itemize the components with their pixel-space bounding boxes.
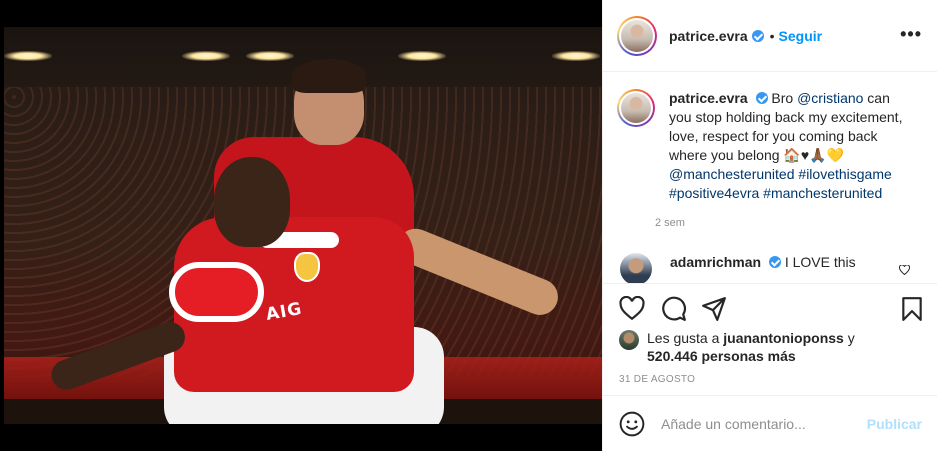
author-avatar[interactable] xyxy=(617,15,657,56)
emoji-smiley-icon[interactable] xyxy=(619,411,645,437)
hashtag-link[interactable]: #positive4evra xyxy=(669,185,759,201)
post-sidebar: patrice.evra • Seguir ••• patrice.evra B… xyxy=(602,0,937,451)
comment-item: adamrichman I LOVE this xyxy=(617,253,922,283)
like-heart-icon[interactable] xyxy=(619,296,645,322)
club-crest xyxy=(294,252,320,282)
follow-button[interactable]: Seguir xyxy=(779,28,823,44)
player-front-head xyxy=(214,157,290,247)
comment-body: I LOVE this xyxy=(784,254,856,270)
separator-dot: • xyxy=(769,27,775,44)
likes-count[interactable]: 520.446 personas más xyxy=(647,348,796,364)
save-bookmark-icon[interactable] xyxy=(899,296,925,322)
caption-username[interactable]: patrice.evra xyxy=(669,90,748,106)
comment-text: adamrichman I LOVE this xyxy=(670,253,856,271)
more-options-icon[interactable]: ••• xyxy=(900,25,922,43)
verified-badge-icon xyxy=(768,256,781,268)
commenter-avatar[interactable] xyxy=(620,253,652,283)
post-actions-bar xyxy=(603,283,937,331)
mention-link[interactable]: @cristiano xyxy=(797,90,863,106)
caption-text-part: Bro xyxy=(771,90,798,106)
player-back-hair xyxy=(292,59,366,93)
comment-like-heart-icon[interactable] xyxy=(899,265,910,275)
likes-text: Les gusta a juanantonioponss y 520.446 p… xyxy=(647,329,855,365)
publish-button[interactable]: Publicar xyxy=(867,416,922,432)
share-paper-plane-icon[interactable] xyxy=(701,296,727,322)
hashtag-link[interactable]: #manchesterunited xyxy=(763,185,882,201)
likes-prefix: Les gusta a xyxy=(647,330,724,346)
caption-avatar[interactable] xyxy=(617,89,655,127)
likes-summary: Les gusta a juanantonioponss y 520.446 p… xyxy=(619,329,919,365)
liker-avatar[interactable] xyxy=(619,330,639,350)
comment-composer: Publicar xyxy=(603,395,937,451)
instagram-post-modal: AIG patrice.evra • Seguir ••• patrice.ev… xyxy=(0,0,937,451)
commenter-username[interactable]: adamrichman xyxy=(670,254,761,270)
caption-timestamp[interactable]: 2 sem xyxy=(655,217,909,229)
liker-username[interactable]: juanantonioponss xyxy=(723,330,844,346)
caption-text: patrice.evra Bro @cristiano can you stop… xyxy=(669,89,909,203)
post-media: AIG xyxy=(0,0,602,451)
player-front-sleeve xyxy=(169,262,264,322)
verified-badge-icon xyxy=(755,92,768,104)
comment-input[interactable] xyxy=(661,415,861,432)
comments-section: patrice.evra Bro @cristiano can you stop… xyxy=(603,73,937,283)
hashtag-link[interactable]: @manchesterunited xyxy=(669,166,795,182)
verified-badge-icon xyxy=(751,29,764,42)
hashtag-link[interactable]: #ilovethisgame xyxy=(798,166,891,182)
author-username[interactable]: patrice.evra xyxy=(669,28,748,44)
comment-bubble-icon[interactable] xyxy=(661,296,687,322)
post-photo[interactable]: AIG xyxy=(4,27,602,424)
likes-suffix: y xyxy=(843,330,855,346)
caption: patrice.evra Bro @cristiano can you stop… xyxy=(617,89,922,229)
post-date[interactable]: 31 DE AGOSTO xyxy=(619,374,695,385)
post-header: patrice.evra • Seguir ••• xyxy=(603,0,937,72)
